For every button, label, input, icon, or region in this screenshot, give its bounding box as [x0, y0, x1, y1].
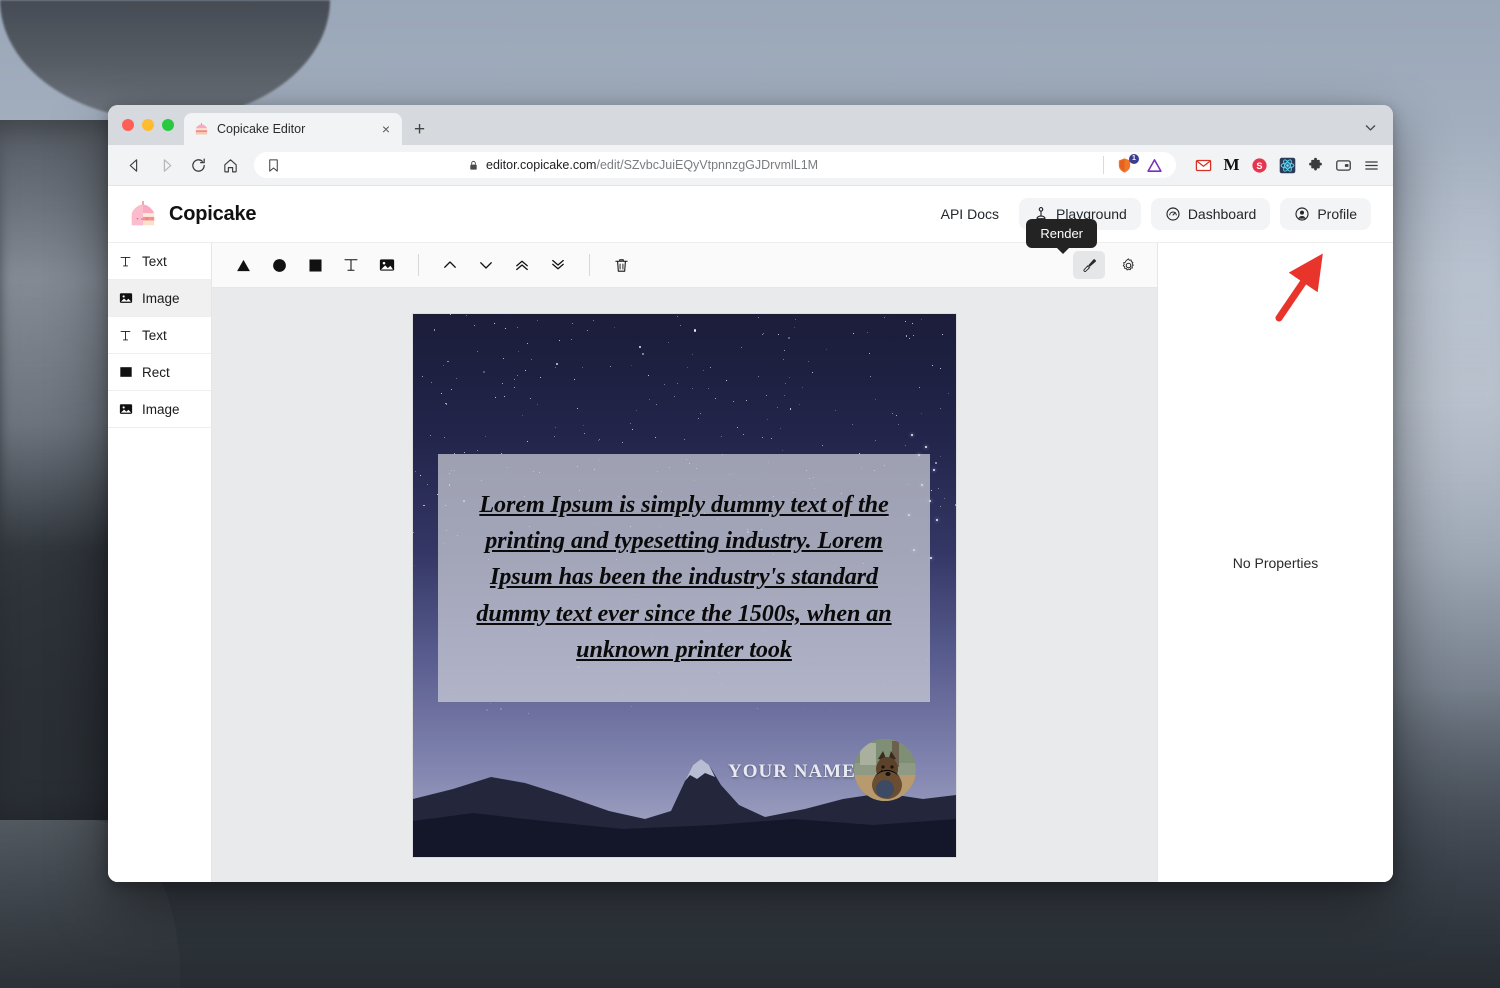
- nav-profile-label: Profile: [1317, 206, 1357, 222]
- nav-dashboard[interactable]: Dashboard: [1150, 198, 1271, 230]
- menu-icon[interactable]: [1362, 156, 1381, 175]
- nav-dashboard-label: Dashboard: [1187, 206, 1257, 222]
- medium-icon[interactable]: M: [1222, 155, 1241, 175]
- gmail-icon[interactable]: [1194, 156, 1213, 175]
- url-host: editor.copicake.com: [486, 158, 597, 172]
- brand[interactable]: Copicake: [128, 200, 257, 228]
- gear-icon: [1120, 257, 1137, 274]
- wallpaper-rock-top: [0, 0, 330, 120]
- brave-shield-icon[interactable]: 1: [1114, 153, 1139, 174]
- image-icon: [118, 402, 133, 417]
- design-canvas[interactable]: Lorem Ipsum is simply dummy text of the …: [413, 313, 956, 857]
- home-icon[interactable]: [216, 151, 244, 179]
- triangle-icon[interactable]: [1145, 156, 1164, 175]
- layer-item-image-2[interactable]: Image: [108, 391, 211, 428]
- toolbar-right-group: Render: [1026, 219, 1143, 279]
- settings-button[interactable]: [1113, 251, 1143, 279]
- circle-tool-button[interactable]: [262, 250, 296, 280]
- editor-toolbar: Render: [212, 219, 1157, 288]
- url-path: /edit/SZvbcJuiEQyVtpnnzgGJDrvmlL1M: [596, 158, 819, 172]
- canvas-workspace[interactable]: Lorem Ipsum is simply dummy text of the …: [212, 288, 1157, 882]
- image-tool-button[interactable]: [370, 250, 404, 280]
- nav-api-docs[interactable]: API Docs: [931, 199, 1009, 229]
- text-overlay-plate[interactable]: Lorem Ipsum is simply dummy text of the …: [438, 453, 930, 702]
- puzzle-icon[interactable]: [1306, 156, 1325, 175]
- nav-profile[interactable]: Profile: [1280, 198, 1371, 230]
- bookmark-icon[interactable]: [266, 158, 461, 173]
- layer-item-text-1[interactable]: Text: [108, 243, 211, 280]
- browser-tab-strip: Copicake Editor × +: [108, 105, 1393, 145]
- chevron-down-icon[interactable]: [1364, 121, 1377, 137]
- browser-window: Copicake Editor × + editor.copicake.com/…: [108, 105, 1393, 882]
- forward-icon[interactable]: [152, 151, 180, 179]
- divider: [418, 254, 419, 276]
- layer-item-rect[interactable]: Rect: [108, 354, 211, 391]
- divider: [1103, 156, 1104, 174]
- text-tool-button[interactable]: [334, 250, 368, 280]
- brand-name: Copicake: [169, 202, 257, 225]
- browser-nav-bar: editor.copicake.com/edit/SZvbcJuiEQyVtpn…: [108, 145, 1393, 186]
- browser-extension-icons: M S: [1186, 155, 1381, 175]
- move-up-button[interactable]: [433, 250, 467, 280]
- avatar[interactable]: [854, 738, 916, 801]
- tab-title: Copicake Editor: [217, 122, 306, 136]
- address-bar[interactable]: editor.copicake.com/edit/SZvbcJuiEQyVtpn…: [254, 152, 1176, 178]
- cake-icon: [194, 122, 209, 137]
- render-tooltip: Render: [1026, 219, 1097, 254]
- paintbrush-icon: [1081, 257, 1098, 274]
- header-nav: API Docs Playground Dashboard Profile: [931, 198, 1371, 230]
- app-header: Copicake API Docs Playground Dashboard P…: [108, 186, 1393, 243]
- gauge-icon: [1165, 206, 1181, 222]
- delete-layer-button[interactable]: [604, 250, 638, 280]
- back-icon[interactable]: [120, 151, 148, 179]
- close-icon[interactable]: ×: [380, 122, 392, 136]
- image-icon: [118, 291, 133, 306]
- layer-label: Image: [142, 290, 180, 306]
- divider: [589, 254, 590, 276]
- text-icon: [118, 254, 133, 269]
- window-traffic-lights[interactable]: [116, 105, 184, 145]
- copicake-app: Copicake API Docs Playground Dashboard P…: [108, 186, 1393, 882]
- canvas-column: Render Lorem Ipsum is simply dummy text …: [212, 219, 1157, 882]
- react-icon[interactable]: [1278, 156, 1297, 175]
- url-text: editor.copicake.com/edit/SZvbcJuiEQyVtpn…: [486, 158, 818, 172]
- move-down-button[interactable]: [469, 250, 503, 280]
- layer-item-image-1[interactable]: Image: [108, 280, 211, 317]
- rect-icon: [118, 365, 133, 380]
- canvas-name-text[interactable]: YOUR NAME: [728, 761, 856, 783]
- canvas-text-block: Lorem Ipsum is simply dummy text of the …: [476, 491, 892, 663]
- properties-panel: No Properties: [1157, 243, 1393, 882]
- browser-tab[interactable]: Copicake Editor ×: [184, 113, 402, 145]
- no-properties-message: No Properties: [1232, 554, 1319, 571]
- cake-icon: [128, 200, 158, 228]
- text-icon: [118, 328, 133, 343]
- editor-body: Text Image Text Rect Image Render Lorem …: [108, 219, 1393, 882]
- minimize-window-button[interactable]: [142, 119, 154, 131]
- desktop-wallpaper: Copicake Editor × + editor.copicake.com/…: [0, 0, 1500, 988]
- move-to-back-button[interactable]: [541, 250, 575, 280]
- render-button[interactable]: [1073, 251, 1105, 279]
- layer-label: Text: [142, 253, 167, 269]
- reload-icon[interactable]: [184, 151, 212, 179]
- move-to-front-button[interactable]: [505, 250, 539, 280]
- s-circle-icon[interactable]: S: [1250, 156, 1269, 175]
- lock-icon: [468, 160, 479, 171]
- new-tab-button[interactable]: +: [414, 120, 425, 139]
- shield-badge-count: 1: [1129, 153, 1139, 164]
- maximize-window-button[interactable]: [162, 119, 174, 131]
- layer-label: Image: [142, 401, 180, 417]
- triangle-tool-button[interactable]: [226, 250, 260, 280]
- svg-text:S: S: [1256, 161, 1262, 171]
- wallet-icon[interactable]: [1334, 156, 1353, 175]
- layer-item-text-2[interactable]: Text: [108, 317, 211, 354]
- rect-tool-button[interactable]: [298, 250, 332, 280]
- layers-panel: Text Image Text Rect Image: [108, 243, 212, 882]
- layer-label: Rect: [142, 364, 170, 380]
- close-window-button[interactable]: [122, 119, 134, 131]
- layer-label: Text: [142, 327, 167, 343]
- user-circle-icon: [1294, 206, 1310, 222]
